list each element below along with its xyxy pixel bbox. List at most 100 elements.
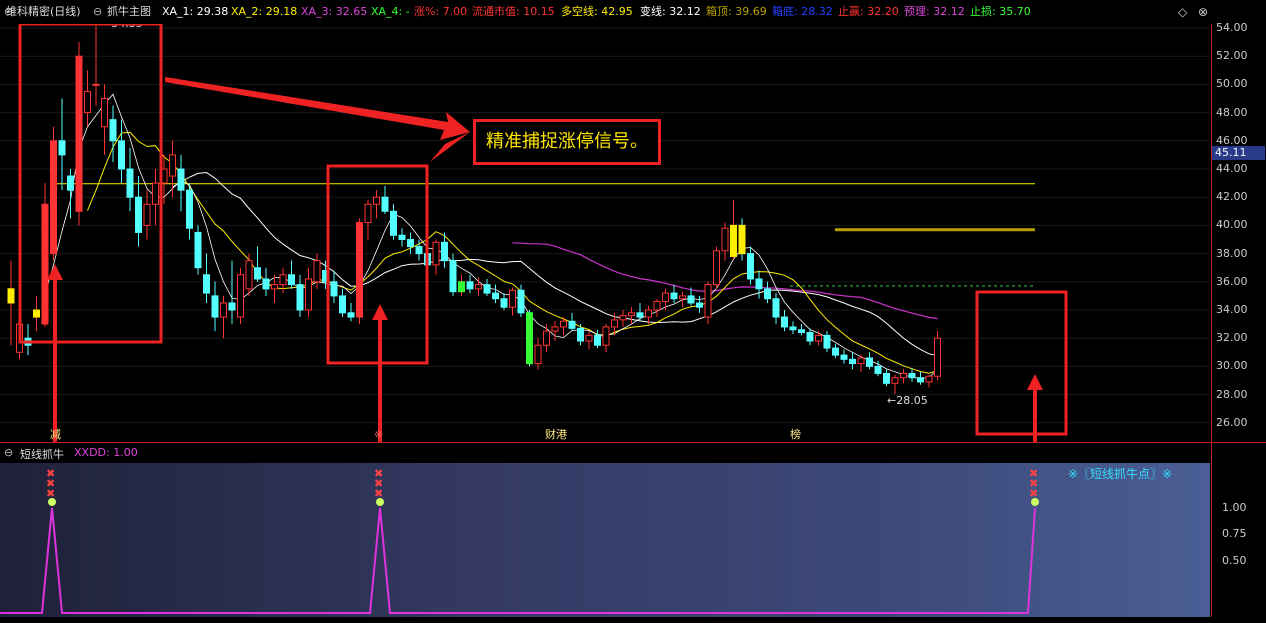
xa2-value: XA_2: 29.18 (231, 5, 298, 18)
candle-body (594, 334, 601, 346)
candle-body (296, 284, 304, 311)
price-tick: 38.00 (1216, 246, 1248, 260)
signal-butterfly-icon: ✖ (46, 487, 55, 500)
candle-body (602, 326, 610, 346)
diamond-icon[interactable]: ◇ (1178, 5, 1187, 19)
candle-body (84, 90, 91, 114)
event-marker: 榜 (790, 427, 801, 441)
candle-body (585, 334, 593, 342)
candle-body (228, 302, 236, 311)
sub-chart-header: ⊖ 短线抓牛 XXDD: 1.00 (0, 443, 1210, 463)
candle-body (696, 302, 703, 308)
candle-body (407, 239, 414, 248)
candle-body (764, 288, 771, 300)
candle-body (568, 320, 576, 329)
yuli-value: 预理: 32.12 (904, 5, 965, 18)
signal-arrow-head (372, 304, 388, 320)
candle-body (288, 274, 295, 286)
signal-bar (738, 224, 746, 255)
signal-arrow-head (1027, 374, 1043, 390)
xa4-value: XA_4: - (371, 5, 410, 18)
candle-body (475, 284, 482, 290)
signal-axis: 1.00 0.75 0.50 (1211, 443, 1266, 617)
candle-body (186, 189, 193, 229)
callout-arrow (165, 77, 470, 140)
candle-body (925, 375, 933, 383)
indicator-name[interactable]: 抓牛主图 (107, 5, 151, 19)
candle-body (101, 98, 108, 128)
sub-collapse-icon[interactable]: ⊖ (4, 446, 13, 459)
candle-body (789, 326, 797, 331)
candle-body (857, 357, 865, 365)
duokong-value: 多空线: 42.95 (561, 5, 633, 18)
candle-body (271, 284, 278, 290)
candle-body (908, 372, 916, 379)
price-axis: 54.00 52.00 50.00 48.00 46.00 44.00 42.00 40.00… (1211, 21, 1266, 442)
price-tick: 50.00 (1216, 77, 1248, 91)
candle-body (900, 372, 907, 379)
candle-body (543, 330, 550, 346)
candle-body (628, 312, 635, 317)
candle-body (75, 55, 83, 212)
price-tick: 54.00 (1216, 21, 1248, 34)
signal-arrow-head (47, 264, 63, 280)
xiangdi-value: 箱底: 28.32 (772, 5, 833, 18)
signal-bar (458, 281, 465, 293)
candle-body (135, 196, 142, 233)
candle-body (611, 319, 618, 328)
price-tick: 32.00 (1216, 331, 1248, 345)
highlight-box (975, 290, 1068, 436)
candle-body (517, 289, 525, 314)
candle-body (441, 241, 448, 262)
price-tick: 34.00 (1216, 303, 1248, 316)
signal-chart[interactable]: ✖✖✖✖✖✖✖✖✖ (0, 463, 1210, 617)
price-tick: 46.00 (1216, 133, 1248, 147)
candle-body (364, 203, 372, 224)
candle-body (381, 196, 389, 212)
highlight-box (18, 24, 163, 344)
candle-body (560, 320, 567, 328)
candle-body (577, 327, 584, 342)
candle-body (313, 260, 321, 283)
price-tick: 52.00 (1216, 49, 1248, 63)
candle-body (645, 309, 652, 318)
candle-body (169, 154, 176, 177)
candle-body (823, 334, 831, 349)
candle-body (449, 260, 457, 293)
signal-tick: 0.75 (1222, 527, 1247, 541)
close-icon[interactable]: ⊗ (1198, 5, 1208, 19)
candle-body (866, 357, 873, 367)
signal-butterfly-icon: ✖ (1029, 487, 1038, 500)
candle-body (679, 295, 686, 300)
candle-body (262, 278, 270, 290)
signal-tick: 0.50 (1222, 553, 1247, 567)
candle-body (704, 284, 712, 318)
candle-body (390, 210, 397, 236)
collapse-toggle-icon[interactable]: ⊖ (93, 5, 102, 19)
candle-body (755, 278, 763, 290)
zhiying-value: 止赢: 32.20 (838, 5, 899, 18)
sub-indicator-name[interactable]: 短线抓牛 (20, 446, 64, 462)
bianxian-value: 变线: 32.12 (640, 5, 701, 18)
candle-body (619, 315, 627, 321)
candle-body (721, 227, 729, 252)
candle-body (254, 267, 261, 280)
price-tick: 44.00 (1216, 162, 1248, 175)
candle-body (849, 358, 856, 365)
candle-body (840, 354, 848, 360)
candle-body (747, 253, 754, 280)
candle-body (772, 298, 780, 318)
candle-body (126, 168, 134, 198)
price-tick: 26.00 (1216, 415, 1248, 429)
candle-body (41, 203, 49, 325)
candle-body (339, 295, 346, 314)
stock-title[interactable]: 维科精密(日线) (6, 5, 81, 19)
xiangding-value: 箱顶: 39.69 (706, 5, 767, 18)
candlestick-chart[interactable]: ←54.35←28.05减※财港榜 (0, 24, 1210, 442)
candle-body (143, 203, 151, 226)
candle-body (883, 372, 890, 384)
zhisun-value: 止损: 35.70 (970, 5, 1031, 18)
signal-butterfly-icon: ✖ (374, 487, 383, 500)
candle-body (551, 326, 559, 332)
event-marker: 减 (50, 428, 61, 441)
